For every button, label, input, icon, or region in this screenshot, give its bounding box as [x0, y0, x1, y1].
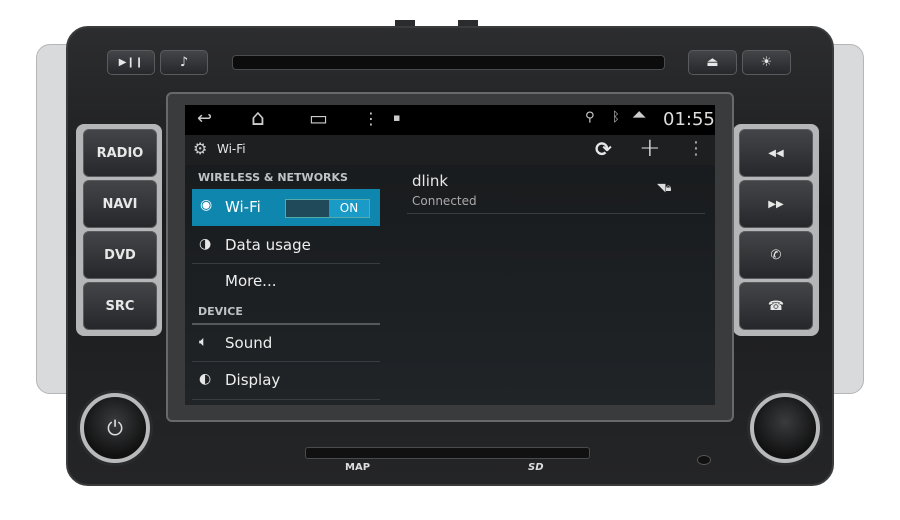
sound-icon: 🔈︎: [199, 334, 208, 350]
notification-icon: ▪: [393, 111, 401, 124]
power-volume-knob[interactable]: ⏻: [80, 393, 150, 463]
phone-hangup-icon: ☎: [767, 298, 785, 314]
music-note-icon: ♪: [179, 55, 189, 70]
brightness-icon: ☀: [760, 55, 773, 70]
play-pause-button[interactable]: ▶❙❙: [107, 50, 155, 75]
music-button[interactable]: ♪: [160, 50, 208, 75]
cd-slot: [232, 55, 665, 70]
divider: [192, 361, 380, 362]
wifi-icon: ◉: [200, 197, 213, 213]
fast-forward-button[interactable]: ▶▶: [739, 180, 813, 228]
status-bar: ↩ ⌂ ▭ ⋮ ▪ ⚲ ᛒ ◥ 01:55: [185, 105, 715, 135]
section-device: DEVICE: [198, 305, 243, 318]
location-icon: ⚲: [585, 110, 595, 125]
secured-wifi-signal-icon: ◥🔒︎: [657, 181, 672, 194]
sound-item[interactable]: Sound: [225, 334, 272, 352]
eject-button[interactable]: ⏏: [688, 50, 737, 75]
navi-button[interactable]: NAVI: [83, 180, 157, 228]
play-pause-icon: ▶❙❙: [118, 57, 144, 68]
divider: [192, 263, 380, 264]
answer-call-button[interactable]: ✆: [739, 231, 813, 279]
overflow-menu-icon[interactable]: ⋮: [687, 138, 705, 159]
divider: [192, 323, 380, 325]
brightness-button[interactable]: ☀: [742, 50, 791, 75]
home-icon[interactable]: ⌂: [251, 106, 265, 131]
map-label: MAP: [345, 462, 371, 473]
back-icon[interactable]: ↩: [197, 108, 212, 129]
page-title: Wi-Fi: [217, 142, 246, 156]
wifi-signal-icon: ◥: [630, 108, 647, 126]
power-icon: ⏻: [107, 416, 123, 440]
display-item[interactable]: Display: [225, 371, 280, 389]
wifi-settings-item[interactable]: ◉ Wi-Fi ON: [192, 189, 380, 226]
add-network-icon[interactable]: +: [639, 133, 661, 163]
display-brightness-icon: ◐: [199, 371, 212, 387]
rewind-icon: ◀◀: [768, 147, 784, 159]
fast-forward-icon: ▶▶: [768, 198, 784, 210]
tune-knob[interactable]: [750, 393, 820, 463]
card-slot: [305, 447, 590, 459]
clock: 01:55: [663, 109, 715, 130]
ir-sensor: [697, 455, 711, 465]
data-usage-item[interactable]: Data usage: [225, 236, 311, 254]
network-list-item[interactable]: dlink Connected ◥🔒︎: [405, 169, 705, 213]
radio-button[interactable]: RADIO: [83, 129, 157, 177]
wifi-label: Wi-Fi: [225, 198, 261, 216]
scan-refresh-icon[interactable]: ⟳: [595, 137, 612, 161]
network-ssid: dlink: [412, 172, 449, 190]
wifi-toggle-on: ON: [329, 200, 369, 217]
dvd-button[interactable]: DVD: [83, 231, 157, 279]
src-button[interactable]: SRC: [83, 282, 157, 330]
more-item[interactable]: More...: [225, 272, 277, 290]
wifi-toggle[interactable]: ON: [285, 199, 370, 218]
divider: [192, 399, 380, 400]
sd-label: SD: [528, 462, 544, 473]
touch-screen: ↩ ⌂ ▭ ⋮ ▪ ⚲ ᛒ ◥ 01:55 ⚙ Wi-Fi ⟳ + ⋮ WIRE…: [185, 105, 715, 405]
network-status: Connected: [412, 194, 477, 208]
section-wireless-networks: WIRELESS & NETWORKS: [198, 171, 348, 184]
hangup-button[interactable]: ☎: [739, 282, 813, 330]
divider: [407, 213, 705, 214]
data-usage-icon: ◑: [199, 236, 212, 252]
rewind-button[interactable]: ◀◀: [739, 129, 813, 177]
menu-icon[interactable]: ⋮: [363, 109, 379, 128]
bluetooth-icon: ᛒ: [612, 110, 620, 125]
phone-answer-icon: ✆: [770, 247, 782, 263]
settings-gear-icon[interactable]: ⚙: [193, 139, 207, 158]
eject-icon: ⏏: [706, 55, 719, 70]
recent-apps-icon[interactable]: ▭: [309, 106, 328, 130]
action-bar: ⚙ Wi-Fi ⟳ + ⋮: [185, 133, 715, 165]
